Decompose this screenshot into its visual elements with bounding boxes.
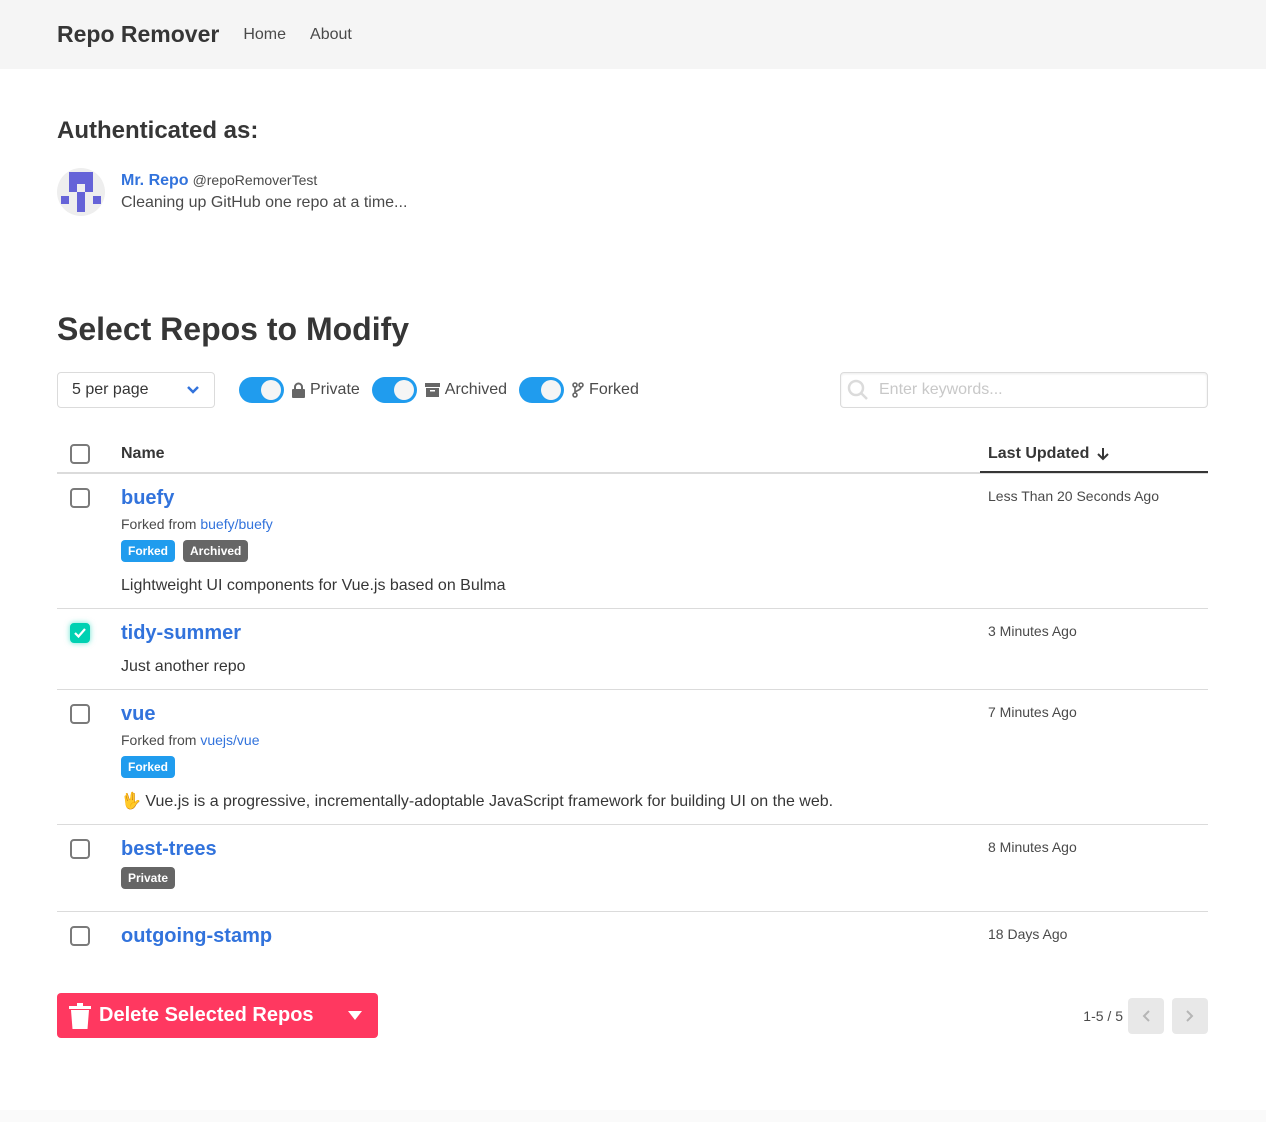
caret-down-icon[interactable] xyxy=(348,1011,362,1020)
toggle-label: Archived xyxy=(444,381,508,398)
forked-from: Forked from vuejs/vue xyxy=(121,728,980,752)
avatar xyxy=(57,168,105,216)
user-name[interactable]: Mr. Repo xyxy=(121,172,189,189)
forked-prefix: Forked from xyxy=(121,516,197,532)
last-updated: 3 Minutes Ago xyxy=(988,623,1077,639)
filter-controls: 5 per page Private Archived Forked xyxy=(57,372,1208,408)
pagination-info: 1-5 / 5 xyxy=(1083,1007,1123,1024)
toggle-private[interactable]: Private xyxy=(239,377,360,403)
pagination: 1-5 / 5 xyxy=(1083,997,1208,1034)
toggle-forked[interactable]: Forked xyxy=(519,377,639,403)
switch[interactable] xyxy=(239,377,284,403)
select-heading: Select Repos to Modify xyxy=(57,311,410,347)
last-updated: 18 Days Ago xyxy=(988,926,1068,942)
table-row: vue Forked from vuejs/vue Forked 🖖 Vue.js i… xyxy=(57,690,1208,825)
repo-name-link[interactable]: buefy xyxy=(121,484,980,512)
column-label: Last Updated xyxy=(988,444,1090,462)
nav-home[interactable]: Home xyxy=(243,26,286,44)
repo-description: Just another repo xyxy=(121,658,246,675)
repo-description: 🖖 Vue.js is a progressive, incrementally… xyxy=(121,793,834,810)
search-input[interactable] xyxy=(879,381,1199,399)
table-row: outgoing-stamp 18 Days Ago xyxy=(57,912,1208,960)
per-page-select[interactable]: 5 per page xyxy=(57,372,215,408)
select-all-checkbox[interactable] xyxy=(70,443,90,464)
forked-from-link[interactable]: vuejs/vue xyxy=(200,732,259,748)
switch[interactable] xyxy=(519,377,565,403)
table-header: Name Last Updated xyxy=(57,435,1208,474)
tag-archived: Archived xyxy=(183,540,249,562)
forked-from: Forked from buefy/buefy xyxy=(121,512,980,536)
row-checkbox[interactable] xyxy=(70,926,90,946)
delete-selected-button[interactable]: Delete Selected Repos xyxy=(57,993,378,1038)
toggle-label: Forked xyxy=(589,381,639,398)
column-last-updated[interactable]: Last Updated xyxy=(980,436,1208,473)
column-name[interactable]: Name xyxy=(121,445,980,463)
table-row: best-trees Private 8 Minutes Ago xyxy=(57,825,1208,912)
user-card: Mr. Repo @repoRemoverTest Cleaning up Git… xyxy=(57,168,1208,216)
user-handle: @repoRemoverTest xyxy=(192,172,318,188)
tag-forked: Forked xyxy=(121,756,176,778)
table-row: buefy Forked from buefy/buefy Forked Archiv… xyxy=(57,474,1208,609)
last-updated: 8 Minutes Ago xyxy=(988,839,1077,855)
repo-name-link[interactable]: vue xyxy=(121,700,980,728)
toggle-label: Private xyxy=(310,381,360,398)
check-icon xyxy=(74,628,86,638)
row-checkbox[interactable] xyxy=(70,704,90,724)
search-field xyxy=(840,372,1208,408)
forked-prefix: Forked from xyxy=(121,732,197,748)
archive-icon xyxy=(424,383,440,397)
trash-icon xyxy=(69,1002,91,1029)
repo-description: Lightweight UI components for Vue.js bas… xyxy=(121,577,506,594)
arrow-down-icon xyxy=(1097,447,1110,460)
delete-label: Delete Selected Repos xyxy=(99,1004,314,1026)
bottom-bar: Delete Selected Repos 1-5 / 5 xyxy=(57,993,1208,1038)
user-bio: Cleaning up GitHub one repo at a time... xyxy=(121,194,408,211)
switch[interactable] xyxy=(371,377,417,403)
search-icon xyxy=(847,379,868,400)
navbar: Repo Remover Home About xyxy=(0,0,1266,69)
repo-table: Name Last Updated buefy Forked from buefy… xyxy=(57,435,1208,960)
nav-about[interactable]: About xyxy=(310,26,352,44)
auth-heading: Authenticated as: xyxy=(57,117,259,144)
fork-icon xyxy=(572,382,584,398)
row-checkbox[interactable] xyxy=(70,839,90,859)
chevron-right-icon xyxy=(1186,1009,1194,1022)
forked-from-link[interactable]: buefy/buefy xyxy=(200,516,272,532)
toggle-archived[interactable]: Archived xyxy=(371,377,508,403)
table-row: tidy-summer Just another repo 3 Minutes Ag… xyxy=(57,609,1208,690)
repo-name-link[interactable]: tidy-summer xyxy=(121,619,980,647)
row-checkbox[interactable] xyxy=(70,623,90,643)
repo-name-link[interactable]: best-trees xyxy=(121,835,980,863)
footer xyxy=(0,1110,1266,1122)
last-updated: Less Than 20 Seconds Ago xyxy=(988,488,1159,504)
repo-name-link[interactable]: outgoing-stamp xyxy=(121,922,980,950)
last-updated: 7 Minutes Ago xyxy=(988,704,1077,720)
row-checkbox[interactable] xyxy=(70,488,90,508)
prev-page-button[interactable] xyxy=(1128,997,1164,1034)
lock-icon xyxy=(292,382,305,398)
tag-forked: Forked xyxy=(121,540,176,562)
tag-private: Private xyxy=(121,867,176,889)
chevron-left-icon xyxy=(1142,1009,1150,1022)
brand[interactable]: Repo Remover xyxy=(57,21,219,48)
next-page-button[interactable] xyxy=(1172,997,1208,1034)
per-page-value: 5 per page xyxy=(72,381,149,398)
chevron-down-icon xyxy=(187,386,199,394)
